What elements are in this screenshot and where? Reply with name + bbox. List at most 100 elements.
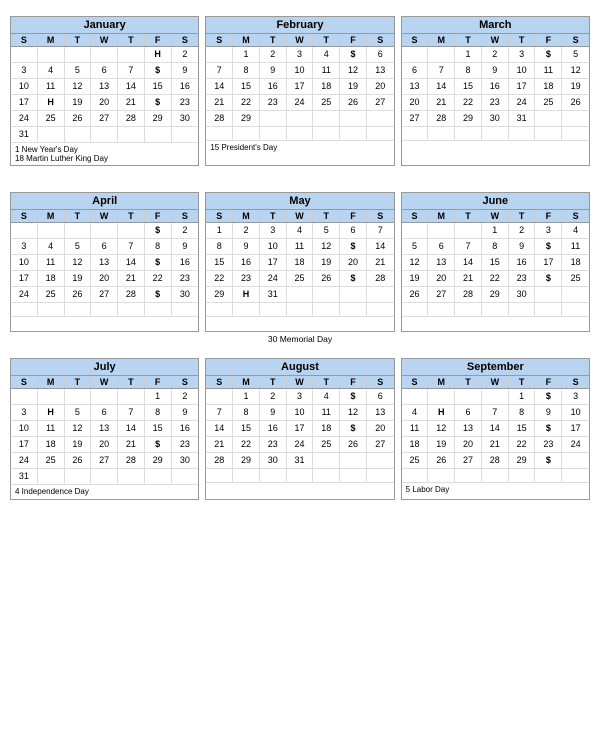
cal-cell: 23 — [535, 437, 562, 453]
day-header: S — [11, 34, 38, 46]
cal-cell: 25 — [313, 95, 340, 111]
cal-cell: 11 — [535, 63, 562, 79]
day-header: M — [428, 34, 455, 46]
cal-cell — [91, 303, 118, 317]
cal-cell: 29 — [482, 287, 509, 303]
cal-cell: 22 — [233, 95, 260, 111]
cal-cell: 2 — [233, 223, 260, 239]
cal-cell — [65, 303, 92, 317]
cal-cell: 23 — [260, 437, 287, 453]
cal-cell — [367, 453, 394, 469]
cal-cell: 30 — [260, 453, 287, 469]
cal-cell: 19 — [313, 255, 340, 271]
day-header: M — [38, 210, 65, 222]
cal-cell: 16 — [172, 79, 199, 95]
day-header: M — [38, 34, 65, 46]
cal-cell: 7 — [118, 405, 145, 421]
day-header: T — [509, 376, 536, 388]
cal-cell: 31 — [287, 453, 314, 469]
cal-cell — [367, 111, 394, 127]
cal-cell — [260, 469, 287, 483]
cal-cell: 8 — [145, 405, 172, 421]
day-header: F — [535, 376, 562, 388]
cal-cell — [428, 469, 455, 483]
cal-cell: 9 — [172, 63, 199, 79]
cal-cell — [206, 469, 233, 483]
cal-cell — [428, 389, 455, 405]
cal-cell: 20 — [402, 95, 429, 111]
cal-cell — [367, 469, 394, 483]
cal-cell: 10 — [509, 63, 536, 79]
day-header: F — [340, 376, 367, 388]
day-header: W — [482, 34, 509, 46]
day-header: T — [118, 376, 145, 388]
cal-cell: 26 — [562, 95, 589, 111]
cal-cell: 10 — [11, 79, 38, 95]
cal-cell: 22 — [482, 271, 509, 287]
day-header: S — [206, 376, 233, 388]
cal-cell — [11, 47, 38, 63]
cal-cell: 24 — [562, 437, 589, 453]
cal-cell — [313, 453, 340, 469]
cal-cell — [509, 127, 536, 141]
calendar-may: MaySMTWTFS123456789101112$14151617181920… — [205, 192, 394, 332]
cal-cell: 3 — [509, 47, 536, 63]
cal-cell — [313, 111, 340, 127]
cal-cell: 14 — [455, 255, 482, 271]
day-header: M — [233, 376, 260, 388]
cal-cell: 17 — [11, 271, 38, 287]
cal-cell: 27 — [91, 453, 118, 469]
cal-cell: 30 — [482, 111, 509, 127]
cal-cell: 14 — [118, 255, 145, 271]
calendar-july: JulySMTWTFS123H5678910111213141516171819… — [10, 358, 199, 500]
cal-cell — [367, 303, 394, 317]
cal-cell — [482, 389, 509, 405]
cal-cell: 23 — [509, 271, 536, 287]
cal-cell: 6 — [428, 239, 455, 255]
cal-cell: 3 — [562, 389, 589, 405]
section-notes-2: 30 Memorial Day — [10, 334, 590, 346]
calendar-february: FebruarySMTWTFS1234$67891011121314151617… — [205, 16, 394, 166]
cal-cell — [402, 303, 429, 317]
cal-cell — [402, 127, 429, 141]
day-header: M — [233, 210, 260, 222]
cal-cell: 27 — [367, 437, 394, 453]
cal-cell: 28 — [482, 453, 509, 469]
cal-cell: 8 — [455, 63, 482, 79]
cal-cell: 28 — [367, 271, 394, 287]
cal-cell: 2 — [509, 223, 536, 239]
cal-cell: 27 — [91, 287, 118, 303]
day-header: T — [65, 376, 92, 388]
cal-cell: 16 — [509, 255, 536, 271]
cal-cell: 25 — [38, 287, 65, 303]
day-header: T — [455, 34, 482, 46]
day-header: T — [260, 376, 287, 388]
cal-cell: 19 — [65, 95, 92, 111]
cal-cell: 31 — [509, 111, 536, 127]
cal-cell: 14 — [118, 79, 145, 95]
cal-cell: 1 — [145, 389, 172, 405]
cal-cell: 24 — [11, 111, 38, 127]
cal-cell: 31 — [11, 127, 38, 143]
cal-cell: 12 — [428, 421, 455, 437]
cal-cell: 13 — [455, 421, 482, 437]
cal-cell: H — [38, 95, 65, 111]
cal-cell — [340, 111, 367, 127]
cal-cell: 4 — [313, 389, 340, 405]
day-header: F — [340, 210, 367, 222]
cal-cell: 14 — [206, 421, 233, 437]
cal-cell: 15 — [509, 421, 536, 437]
cal-cell — [145, 469, 172, 485]
cal-cell — [509, 469, 536, 483]
day-header: T — [455, 210, 482, 222]
cal-cell: 17 — [562, 421, 589, 437]
cal-cell — [287, 111, 314, 127]
cal-cell: 26 — [340, 437, 367, 453]
cal-cell: 12 — [340, 405, 367, 421]
cal-cell: 29 — [233, 111, 260, 127]
cal-cell — [118, 223, 145, 239]
day-header: S — [11, 210, 38, 222]
cal-cell: $ — [340, 271, 367, 287]
cal-cell: 13 — [91, 255, 118, 271]
cal-cell — [172, 303, 199, 317]
